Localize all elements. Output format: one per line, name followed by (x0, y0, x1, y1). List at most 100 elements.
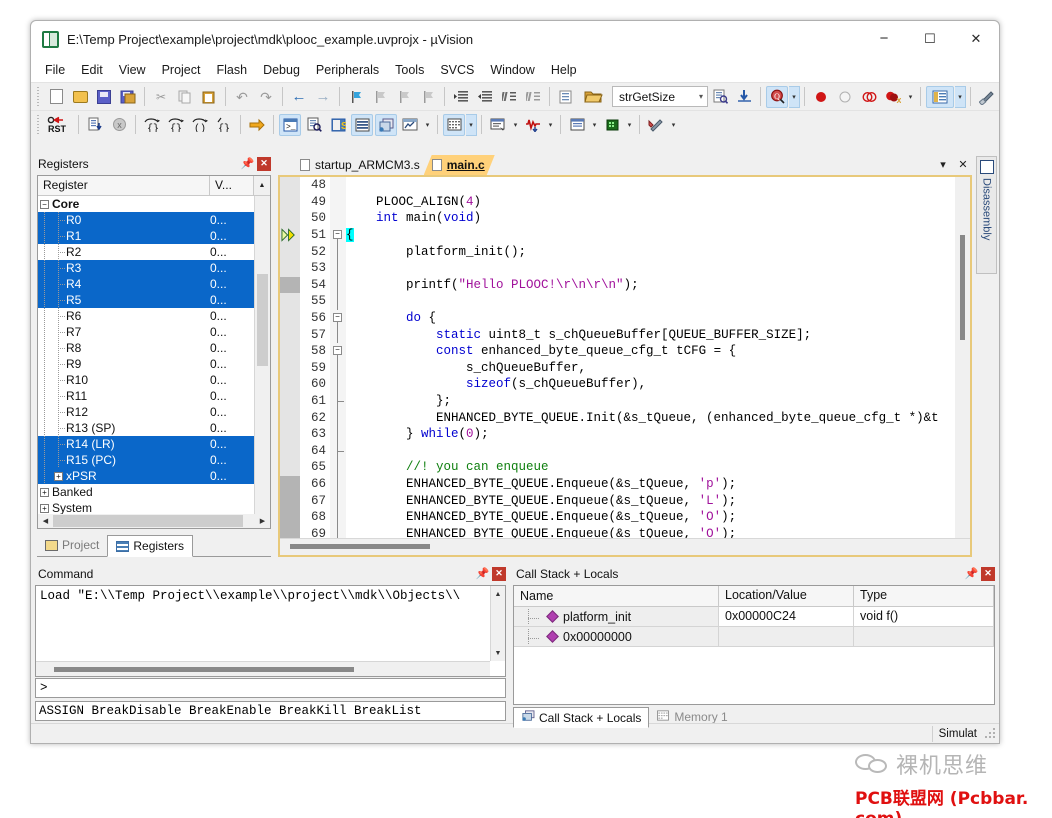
breakpoint-gutter[interactable] (280, 376, 300, 393)
register-row[interactable]: R10 0... (38, 372, 254, 388)
find-icon[interactable]: Q (766, 85, 788, 108)
code-line[interactable]: 56− do { (280, 309, 970, 327)
fold-column[interactable] (330, 425, 346, 443)
system-viewer-dropdown-icon[interactable]: ▾ (624, 114, 635, 136)
symbols-window-icon[interactable]: S (327, 114, 349, 136)
resize-grip-icon[interactable] (983, 726, 997, 741)
chevron-down-icon[interactable]: ▾ (699, 92, 703, 101)
breakpoint-gutter[interactable] (280, 210, 300, 227)
code-line[interactable]: 49 PLOOC_ALIGN(4) (280, 193, 970, 211)
menu-edit[interactable]: Edit (73, 60, 111, 80)
menu-help[interactable]: Help (543, 60, 585, 80)
serial-dropdown-icon[interactable]: ▾ (510, 114, 521, 136)
command-scroll-up-icon[interactable]: ▲ (491, 586, 505, 602)
breakpoint-gutter[interactable] (280, 276, 300, 294)
program-counter-marker[interactable] (280, 226, 300, 244)
command-vscrollbar[interactable]: ▲ ▼ (490, 586, 505, 661)
fold-column[interactable] (330, 392, 346, 410)
menu-file[interactable]: File (37, 60, 73, 80)
fold-column[interactable] (330, 193, 346, 211)
code-line[interactable]: 53 (280, 259, 970, 277)
breakpoint-gutter[interactable] (280, 442, 300, 460)
menu-svcs[interactable]: SVCS (432, 60, 482, 80)
comment-icon[interactable] (498, 86, 520, 108)
configure-target-icon[interactable] (976, 86, 998, 108)
command-pin-icon[interactable]: 📌 (475, 566, 490, 581)
paste-icon[interactable] (198, 86, 220, 108)
bookmark-list-icon[interactable] (555, 86, 577, 108)
code-line[interactable]: 50 int main(void) (280, 210, 970, 227)
code-line[interactable]: 57 static uint8_t s_chQueueBuffer[QUEUE_… (280, 326, 970, 343)
callstack-row[interactable]: 0x00000000 (514, 627, 994, 647)
fold-column[interactable] (330, 459, 346, 476)
navigate-back-icon[interactable]: ← (288, 86, 310, 108)
registers-hscroll-right-icon[interactable]: ▶ (255, 514, 270, 528)
disassembly-window-icon[interactable] (303, 114, 325, 136)
close-button[interactable]: ✕ (953, 21, 999, 57)
code-line[interactable]: 64 (280, 442, 970, 460)
fold-column[interactable] (330, 409, 346, 426)
watch-dropdown-icon[interactable]: ▾ (422, 114, 433, 136)
trace-window-icon[interactable] (566, 114, 588, 136)
code-line[interactable]: 61 }; (280, 392, 970, 410)
outdent-icon[interactable] (474, 86, 496, 108)
fold-column[interactable] (330, 276, 346, 294)
disable-breakpoint-icon[interactable] (834, 86, 856, 108)
register-row[interactable]: R14 (LR) 0... (38, 436, 254, 452)
menu-view[interactable]: View (111, 60, 154, 80)
serial-window-icon[interactable] (487, 114, 509, 136)
menu-tools[interactable]: Tools (387, 60, 432, 80)
command-window-icon[interactable]: >_ (279, 113, 301, 136)
callstack-rows[interactable]: platform_init 0x00000C24 void f() 0x0000000… (514, 607, 994, 647)
stop-debug-icon[interactable]: x (108, 114, 130, 136)
register-row[interactable]: − Core (38, 196, 254, 212)
debug-toolbar-grip[interactable] (35, 114, 42, 135)
indent-icon[interactable] (450, 86, 472, 108)
reset-cpu-icon[interactable]: RST (45, 114, 73, 136)
code-line[interactable]: 59 s_chQueueBuffer, (280, 359, 970, 377)
code-line[interactable]: 58− const enhanced_byte_queue_cfg_t tCFG… (280, 342, 970, 360)
menu-peripherals[interactable]: Peripherals (308, 60, 387, 80)
memory-dropdown-icon[interactable]: ▾ (466, 113, 477, 136)
fold-column[interactable] (330, 177, 346, 194)
fold-column[interactable] (330, 243, 346, 260)
breakpoint-gutter[interactable] (280, 309, 300, 327)
code-vscroll-thumb[interactable] (960, 235, 965, 340)
code-line[interactable]: 69 ENHANCED_BYTE_QUEUE.Enqueue(&s_tQueue… (280, 525, 970, 538)
registers-pin-icon[interactable]: 📌 (240, 156, 255, 171)
analysis-dropdown-icon[interactable]: ▾ (545, 114, 556, 136)
fold-column[interactable] (330, 525, 346, 538)
copy-icon[interactable] (174, 86, 196, 108)
code-line[interactable]: 48 (280, 177, 970, 194)
call-stack-window-icon[interactable] (375, 113, 397, 136)
code-line[interactable]: 65 //! you can enqueue (280, 459, 970, 476)
disable-all-breakpoints-icon[interactable] (858, 86, 880, 108)
registers-hscroll-left-icon[interactable]: ◀ (38, 514, 53, 528)
trace-dropdown-icon[interactable]: ▾ (589, 114, 600, 136)
step-over-icon[interactable]: {} (165, 114, 187, 136)
breakpoint-gutter[interactable] (280, 475, 300, 493)
editor-menu-icon[interactable]: ▾ (936, 158, 950, 171)
run-to-cursor-icon[interactable]: {} (213, 114, 235, 136)
tree-expander-icon[interactable]: + (40, 503, 49, 513)
manage-windows-dropdown-icon[interactable]: ▾ (955, 85, 966, 108)
fold-column[interactable] (330, 376, 346, 393)
code-line[interactable]: 67 ENHANCED_BYTE_QUEUE.Enqueue(&s_tQueue… (280, 492, 970, 509)
callstack-col-location[interactable]: Location/Value (719, 586, 854, 606)
register-row[interactable]: R2 0... (38, 244, 254, 260)
analysis-window-icon[interactable] (522, 114, 544, 136)
editor-tab-main[interactable]: main.c (424, 155, 495, 175)
fold-column[interactable] (330, 359, 346, 377)
breakpoint-gutter[interactable] (280, 243, 300, 260)
toolbox-icon[interactable] (645, 114, 667, 136)
code-line[interactable]: 60 sizeof(s_chQueueBuffer), (280, 376, 970, 393)
breakpoint-gutter[interactable] (280, 492, 300, 509)
code-line[interactable]: 66 ENHANCED_BYTE_QUEUE.Enqueue(&s_tQueue… (280, 475, 970, 493)
fold-column[interactable]: − (330, 226, 346, 244)
breakpoint-gutter[interactable] (280, 392, 300, 410)
breakpoints-dropdown-icon[interactable]: ▾ (905, 86, 916, 108)
undo-icon[interactable]: ↶ (231, 86, 253, 108)
prev-bookmark-icon[interactable] (369, 86, 391, 108)
code-line[interactable]: 51−{ (280, 226, 970, 244)
breakpoint-gutter[interactable] (280, 342, 300, 360)
